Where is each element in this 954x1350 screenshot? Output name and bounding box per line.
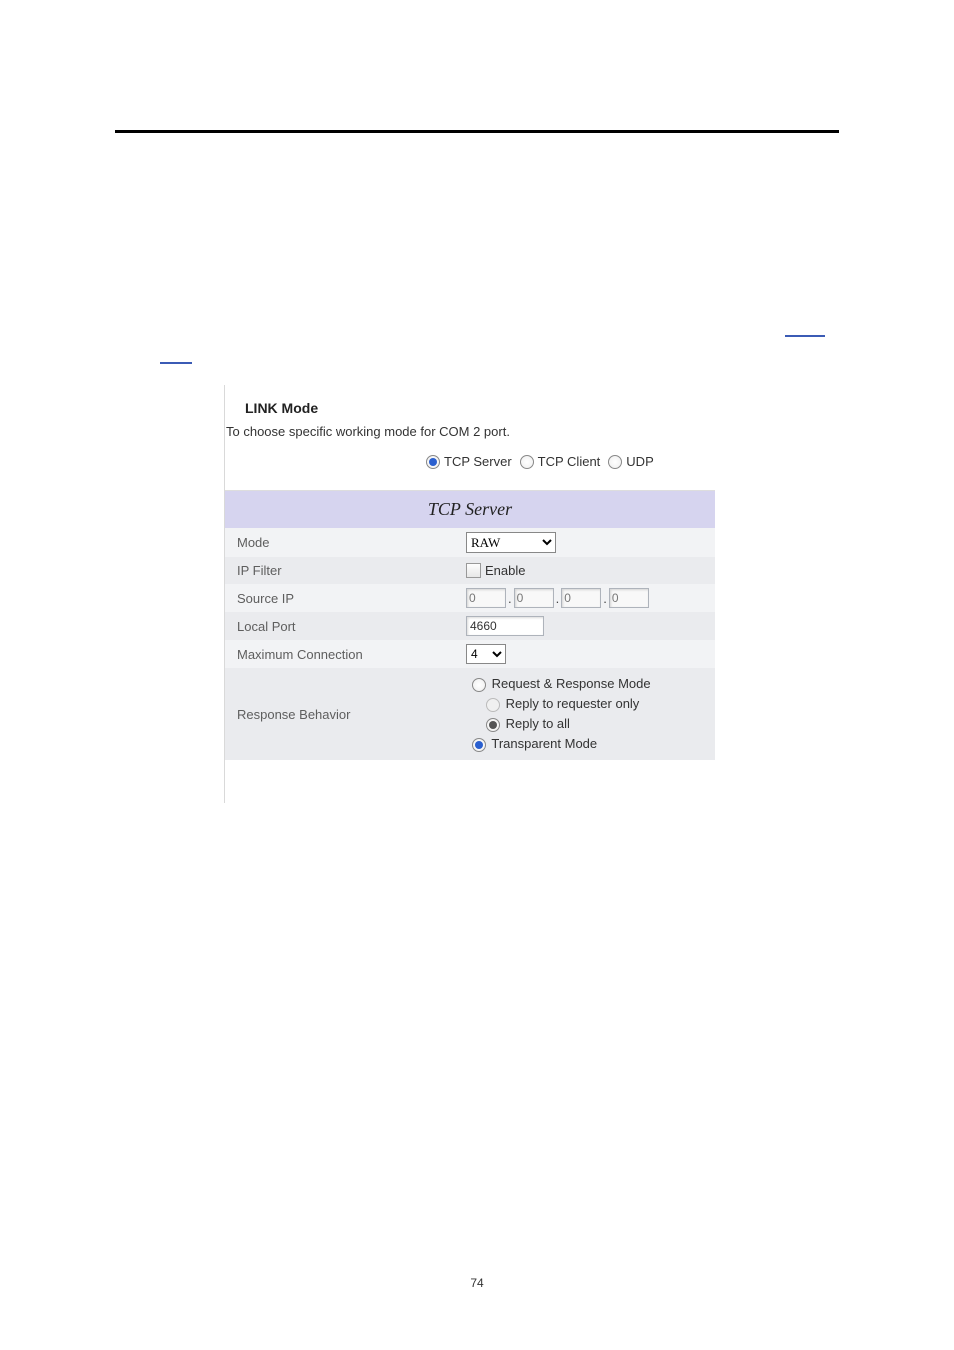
row-mode: Mode RAW [225,528,715,557]
radio-reply-requester-label: Reply to requester only [506,696,640,711]
response-behavior-label: Response Behavior [225,701,460,728]
row-source-ip: Source IP . . . [225,584,715,612]
ip-filter-label: IP Filter [225,557,460,584]
link-mode-radio-group: TCP Server TCP Client UDP [420,454,654,469]
row-response-behavior: Response Behavior Request & Response Mod… [225,668,715,760]
radio-reply-all[interactable] [486,718,500,732]
source-ip-octet-3[interactable] [561,588,601,608]
local-port-input[interactable] [466,616,544,636]
panel-header: TCP Server [225,491,715,528]
radio-transparent-mode[interactable] [472,738,486,752]
local-port-label: Local Port [225,613,460,640]
source-ip-octet-4[interactable] [609,588,649,608]
source-ip-label: Source IP [225,585,460,612]
ip-filter-checkbox[interactable] [466,563,481,578]
source-ip-octet-1[interactable] [466,588,506,608]
max-connection-label: Maximum Connection [225,641,460,668]
row-ip-filter: IP Filter Enable [225,557,715,584]
radio-tcp-client[interactable] [520,455,534,469]
radio-reply-all-label: Reply to all [506,716,570,731]
decorative-dash [785,335,825,337]
row-local-port: Local Port [225,612,715,640]
tcp-server-panel: TCP Server Mode RAW IP Filter Enable Sou… [225,490,715,760]
section-description: To choose specific working mode for COM … [226,424,510,439]
mode-select[interactable]: RAW [466,532,556,553]
row-max-connection: Maximum Connection 4 [225,640,715,668]
ip-filter-checkbox-label: Enable [485,563,525,578]
section-title: LINK Mode [245,400,318,416]
radio-tcp-server[interactable] [426,455,440,469]
page-number: 74 [0,1276,954,1290]
radio-reply-requester[interactable] [486,698,500,712]
radio-tcp-client-label: TCP Client [538,454,601,469]
ip-dot: . [508,591,512,606]
radio-udp-label: UDP [626,454,653,469]
max-connection-select[interactable]: 4 [466,644,506,664]
radio-request-response-label: Request & Response Mode [492,676,651,691]
radio-udp[interactable] [608,455,622,469]
mode-label: Mode [225,529,460,556]
radio-tcp-server-label: TCP Server [444,454,512,469]
horizontal-rule [115,130,839,133]
radio-transparent-mode-label: Transparent Mode [491,736,597,751]
ip-dot: . [556,591,560,606]
ip-dot: . [603,591,607,606]
decorative-dash [160,362,192,364]
source-ip-octet-2[interactable] [514,588,554,608]
radio-request-response[interactable] [472,678,486,692]
